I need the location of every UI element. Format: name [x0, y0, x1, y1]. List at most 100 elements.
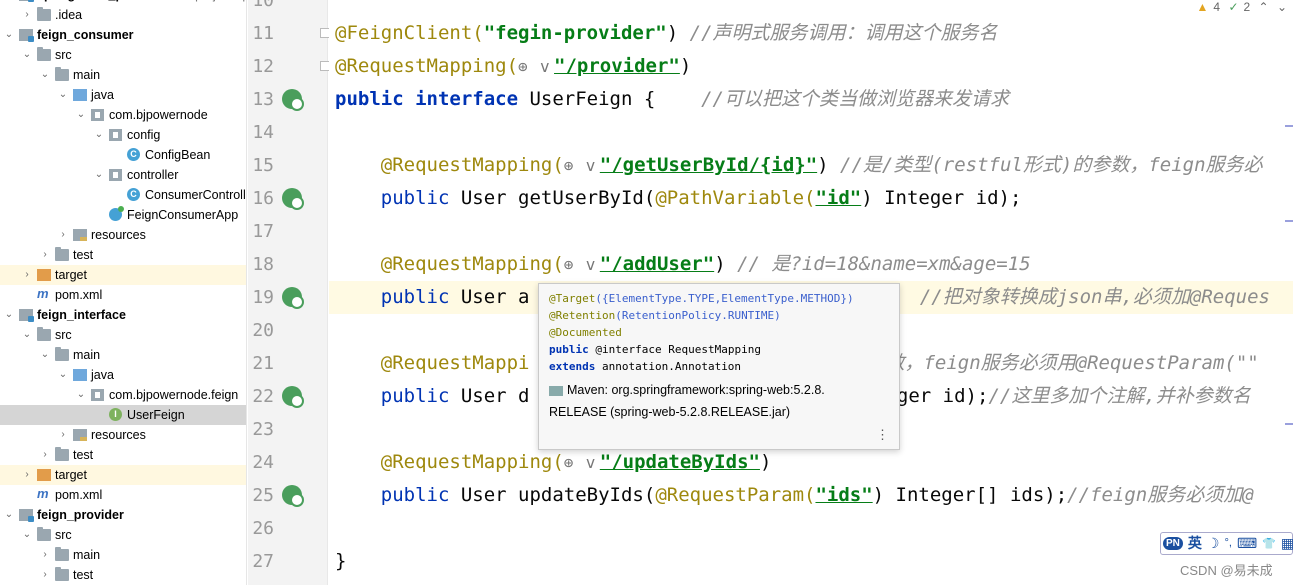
chevron-down-icon[interactable]: v [586, 254, 600, 276]
tree-item[interactable]: › test [0, 245, 246, 265]
chevron-down-icon[interactable]: ⌄ [75, 105, 87, 125]
tree-item[interactable]: ⌄ src [0, 325, 246, 345]
tree-item[interactable]: ⌄ com.bjpowernode [0, 105, 246, 125]
line-number[interactable]: 14 [248, 116, 274, 149]
tree-item[interactable]: C ConfigBean [0, 145, 246, 165]
chevron-right-icon[interactable]: › [57, 425, 69, 445]
tree-item[interactable]: › resources [0, 225, 246, 245]
tree-item[interactable]: ⌄ src [0, 525, 246, 545]
line-number[interactable]: 22 [248, 380, 274, 413]
line-number[interactable]: 12 [248, 50, 274, 83]
previous-highlight-icon[interactable]: ⌃ [1259, 0, 1269, 14]
punctuation-icon[interactable]: °, [1224, 537, 1231, 549]
tree-item[interactable]: › test [0, 445, 246, 465]
chevron-down-icon[interactable]: ⌄ [75, 385, 87, 405]
keyboard-icon[interactable]: ⌨ [1237, 535, 1257, 552]
chevron-down-icon[interactable]: ⌄ [3, 305, 15, 325]
navigate-implementation-icon[interactable] [282, 89, 304, 111]
ime-logo-icon[interactable]: PN [1163, 536, 1183, 550]
tree-item[interactable]: › resources [0, 425, 246, 445]
tree-item[interactable]: ⌄ config [0, 125, 246, 145]
tree-item[interactable]: ⌄ java [0, 85, 246, 105]
chevron-down-icon[interactable]: ⌄ [57, 365, 69, 385]
tree-item[interactable]: ⌄ feign_provider [0, 505, 246, 525]
tree-item[interactable]: ⌄ com.bjpowernode.feign [0, 385, 246, 405]
chevron-right-icon[interactable]: › [21, 5, 33, 25]
navigate-implementation-icon[interactable] [282, 287, 304, 309]
url-globe-icon[interactable]: ⊕ [518, 56, 540, 78]
tree-item[interactable]: › target [0, 265, 246, 285]
url-globe-icon[interactable]: ⊕ [564, 155, 586, 177]
chevron-down-icon[interactable]: ⌄ [3, 25, 15, 45]
line-number[interactable]: 27 [248, 545, 274, 578]
chevron-down-icon[interactable]: v [586, 452, 600, 474]
chevron-down-icon[interactable]: ⌄ [39, 345, 51, 365]
line-number[interactable]: 26 [248, 512, 274, 545]
ime-language-toggle[interactable]: 英 [1188, 533, 1202, 553]
quick-documentation-popup[interactable]: @Target({ElementType.TYPE,ElementType.ME… [538, 283, 900, 450]
more-options-icon[interactable]: ⋮ [876, 426, 889, 443]
moon-icon[interactable]: ☽ [1207, 535, 1220, 552]
navigate-implementation-icon[interactable] [282, 188, 304, 210]
tree-item[interactable]: m pom.xml [0, 485, 246, 505]
line-number[interactable]: 10 [248, 0, 274, 17]
line-number[interactable]: 11 [248, 17, 274, 50]
chevron-down-icon[interactable]: v [586, 155, 600, 177]
line-number[interactable]: 23 [248, 413, 274, 446]
skin-icon[interactable]: 👕 [1262, 537, 1276, 550]
chevron-down-icon[interactable]: ⌄ [21, 45, 33, 65]
navigate-implementation-icon[interactable] [282, 386, 304, 408]
line-number[interactable]: 25 [248, 479, 274, 512]
chevron-down-icon[interactable]: ⌄ [57, 85, 69, 105]
tree-item[interactable]: I UserFeign [0, 405, 246, 425]
grid-icon[interactable]: ▦ [1281, 535, 1293, 552]
url-globe-icon[interactable]: ⊕ [564, 452, 586, 474]
tree-item[interactable]: › .idea [0, 5, 246, 25]
tree-item[interactable]: › target [0, 465, 246, 485]
line-number[interactable]: 19 [248, 281, 274, 314]
chevron-right-icon[interactable]: › [57, 225, 69, 245]
chevron-down-icon[interactable]: ⌄ [93, 165, 105, 185]
tree-item[interactable]: ⌄ java [0, 365, 246, 385]
line-number[interactable]: 16 [248, 182, 274, 215]
tree-item[interactable]: ⌄ controller [0, 165, 246, 185]
chevron-down-icon[interactable]: ⌄ [21, 325, 33, 345]
chevron-right-icon[interactable]: › [21, 465, 33, 485]
chevron-right-icon[interactable]: › [39, 545, 51, 565]
tree-item[interactable]: ⌄ feign_interface [0, 305, 246, 325]
scroll-marker[interactable] [1285, 125, 1293, 127]
scroll-marker[interactable] [1285, 220, 1293, 222]
warning-icon: ▲ [1196, 0, 1209, 14]
tree-item[interactable]: ⌄ main [0, 345, 246, 365]
line-number[interactable]: 13 [248, 83, 274, 116]
tree-item[interactable]: m pom.xml [0, 285, 246, 305]
ime-toolbar[interactable]: PN 英 ☽ °, ⌨ 👕 ▦ [1160, 532, 1293, 555]
url-globe-icon[interactable]: ⊕ [564, 254, 586, 276]
scroll-marker[interactable] [1285, 423, 1293, 425]
inspection-widget[interactable]: ▲ 4 ✓ 2 ⌃ ⌄ [1192, 0, 1287, 20]
line-number[interactable]: 20 [248, 314, 274, 347]
line-number[interactable]: 15 [248, 149, 274, 182]
chevron-down-icon[interactable]: ⌄ [39, 65, 51, 85]
tree-item[interactable]: ⌄ feign_consumer [0, 25, 246, 45]
line-number[interactable]: 18 [248, 248, 274, 281]
tree-item[interactable]: FeignConsumerApp [0, 205, 246, 225]
chevron-down-icon[interactable]: ⌄ [21, 525, 33, 545]
line-number[interactable]: 24 [248, 446, 274, 479]
chevron-down-icon[interactable]: ⌄ [3, 505, 15, 525]
tree-item[interactable]: › test [0, 565, 246, 585]
tree-item[interactable]: ⌄ main [0, 65, 246, 85]
chevron-right-icon[interactable]: › [39, 565, 51, 585]
chevron-down-icon[interactable]: ⌄ [93, 125, 105, 145]
tree-item[interactable]: C ConsumerControll [0, 185, 246, 205]
tree-item[interactable]: ⌄ src [0, 45, 246, 65]
tree-item[interactable]: › main [0, 545, 246, 565]
navigate-implementation-icon[interactable] [282, 485, 304, 507]
chevron-down-icon[interactable]: v [540, 56, 554, 78]
chevron-right-icon[interactable]: › [39, 245, 51, 265]
line-number[interactable]: 17 [248, 215, 274, 248]
chevron-right-icon[interactable]: › [39, 445, 51, 465]
next-highlight-icon[interactable]: ⌄ [1277, 0, 1287, 14]
chevron-right-icon[interactable]: › [21, 265, 33, 285]
line-number[interactable]: 21 [248, 347, 274, 380]
